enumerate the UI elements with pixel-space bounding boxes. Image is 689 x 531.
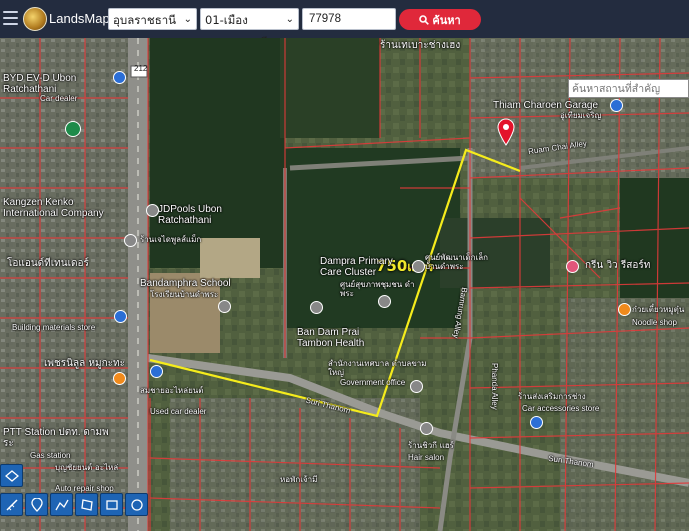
poi-label-noodle-shop: Noodle shop [632,318,677,327]
poi-label-garage-thai: อู่เทียมเจริญ [560,111,602,120]
chevron-down-icon: ⌄ [285,14,294,25]
poi-label-ban-dam-prai: Ban Dam Prai Tambon Health [297,327,365,349]
circle-tool-button[interactable] [125,493,148,516]
polyline-tool-button[interactable] [50,493,73,516]
brand-title: LandsMaps [49,11,117,26]
poi-label-shop-top: ร้านเทเบาะช่างเฮง [380,40,461,51]
circle-icon [130,498,143,511]
poi-label-school-thai: โรงเรียนบ้านดำพระ [150,290,219,299]
poi-label-car-access: Car accessories store [522,404,600,413]
province-select[interactable]: อุบลราชธานี ⌄ [108,8,197,30]
health-icon[interactable] [310,301,323,314]
salon-icon[interactable] [420,422,433,435]
store-icon[interactable] [530,416,543,429]
street-label-phanda: Phanda Alley [490,363,499,410]
park-icon[interactable] [65,121,81,137]
government-icon[interactable] [410,380,423,393]
rectangle-tool-button[interactable] [100,493,123,516]
poi-sub-byd: Car dealer [40,94,78,103]
marker-tool-button[interactable] [25,493,48,516]
poi-label-jdpools: JDPools Ubon Ratchathani [158,204,222,226]
search-button-label: ค้นหา [432,13,461,27]
place-search-input[interactable] [568,79,689,98]
poi-label-hair-thai: ร้านชิวกี แฮร์ [408,441,454,450]
measure-tool-button[interactable] [0,493,23,516]
garage-icon[interactable] [610,99,623,112]
school-icon[interactable] [218,300,231,313]
poi-label-gov-office-thai: สำนักงานเทศบาล ตำบลขามใหญ่ [328,359,427,377]
poi-label-so-thai: โอแอนด์ทีเทนเดอร์ [7,258,89,269]
health-icon[interactable] [412,260,425,273]
layers-tool-button[interactable] [0,464,23,487]
road-number-label: 212 [134,64,148,73]
poi-label-ptt: PTT Station ปตท. ดามพระ [3,427,109,449]
store-icon[interactable] [114,310,127,323]
polyline-icon [54,499,69,510]
resort-icon[interactable] [566,260,579,273]
rectangle-icon [105,499,118,510]
ruler-icon [5,498,18,511]
poi-label-school: Bandamphra School [140,278,231,289]
poi-label-used-car: Used car dealer [150,407,207,416]
parcel-number-input[interactable] [302,8,396,30]
menu-icon[interactable] [3,11,18,25]
poi-label-building-store: Building materials store [12,323,96,332]
car-dealer-icon[interactable] [150,365,163,378]
location-pin-icon[interactable] [497,118,515,146]
restaurant-icon[interactable] [618,303,631,316]
place-pin-icon[interactable] [124,234,137,247]
landsmaps-logo[interactable] [23,7,47,31]
restaurant-icon[interactable] [113,372,126,385]
poi-label-noodle-thai: ก๋วยเตี๋ยวหมูตุ๋น [632,305,685,314]
poi-label-nursery: ศูนย์พัฒนาเด็กเล็ก บ้านดำพระ [425,253,488,271]
district-select[interactable]: 01-เมืองอุบลราชธานี ⌄ [200,8,299,49]
health-icon[interactable] [378,295,391,308]
poi-label-phet-thai: เพชรนิลูล หมูกะทะ [44,358,126,369]
poi-label-jdpools-thai: ร้านเจไดพูลส์แม็ก [140,235,202,244]
marker-icon [30,497,43,512]
search-icon [419,14,430,25]
map-canvas[interactable]: 750เมตร 212 BYD EV-D Ubon Ratchathani Ca… [0,38,689,531]
poi-label-auto-repair-thai: บุญชัยยนต์ อะไหล่ [55,463,119,472]
poi-label-kangzen: Kangzen Kenko International Company [3,197,104,219]
place-pin-icon[interactable] [146,204,159,217]
province-select-value: อุบลราชธานี [113,13,177,27]
poi-label-petrol-thai: สมชายอะไหล่ยนต์ [140,386,204,395]
poi-label-resort: กรีน วิว รีสอร์ท [585,260,651,271]
top-bar: LandsMaps อุบลราชธานี ⌄ 01-เมืองอุบลราชธ… [0,0,689,49]
search-button[interactable]: ค้นหา [399,9,481,30]
poi-label-car-access-thai: ร้านส่งเสริมการช่าง [518,392,586,401]
poi-label-byd: BYD EV-D Ubon Ratchathani [3,73,77,95]
chevron-down-icon: ⌄ [183,14,192,25]
poi-label-dampra-care: Dampra Primary Care Cluster [320,256,393,278]
car-dealer-icon[interactable] [113,71,126,84]
poi-label-hotel-thai: หอพักเจ้ามี [280,475,318,484]
layers-icon [4,469,19,482]
poi-sub-ptt: Gas station [30,451,71,460]
poi-label-gov-office: Government office [340,378,406,387]
polygon-tool-button[interactable] [75,493,98,516]
poi-label-thiam-charoen: Thiam Charoen Garage [493,100,599,111]
poi-label-hair-salon: Hair salon [408,453,445,462]
polygon-icon [80,498,93,511]
